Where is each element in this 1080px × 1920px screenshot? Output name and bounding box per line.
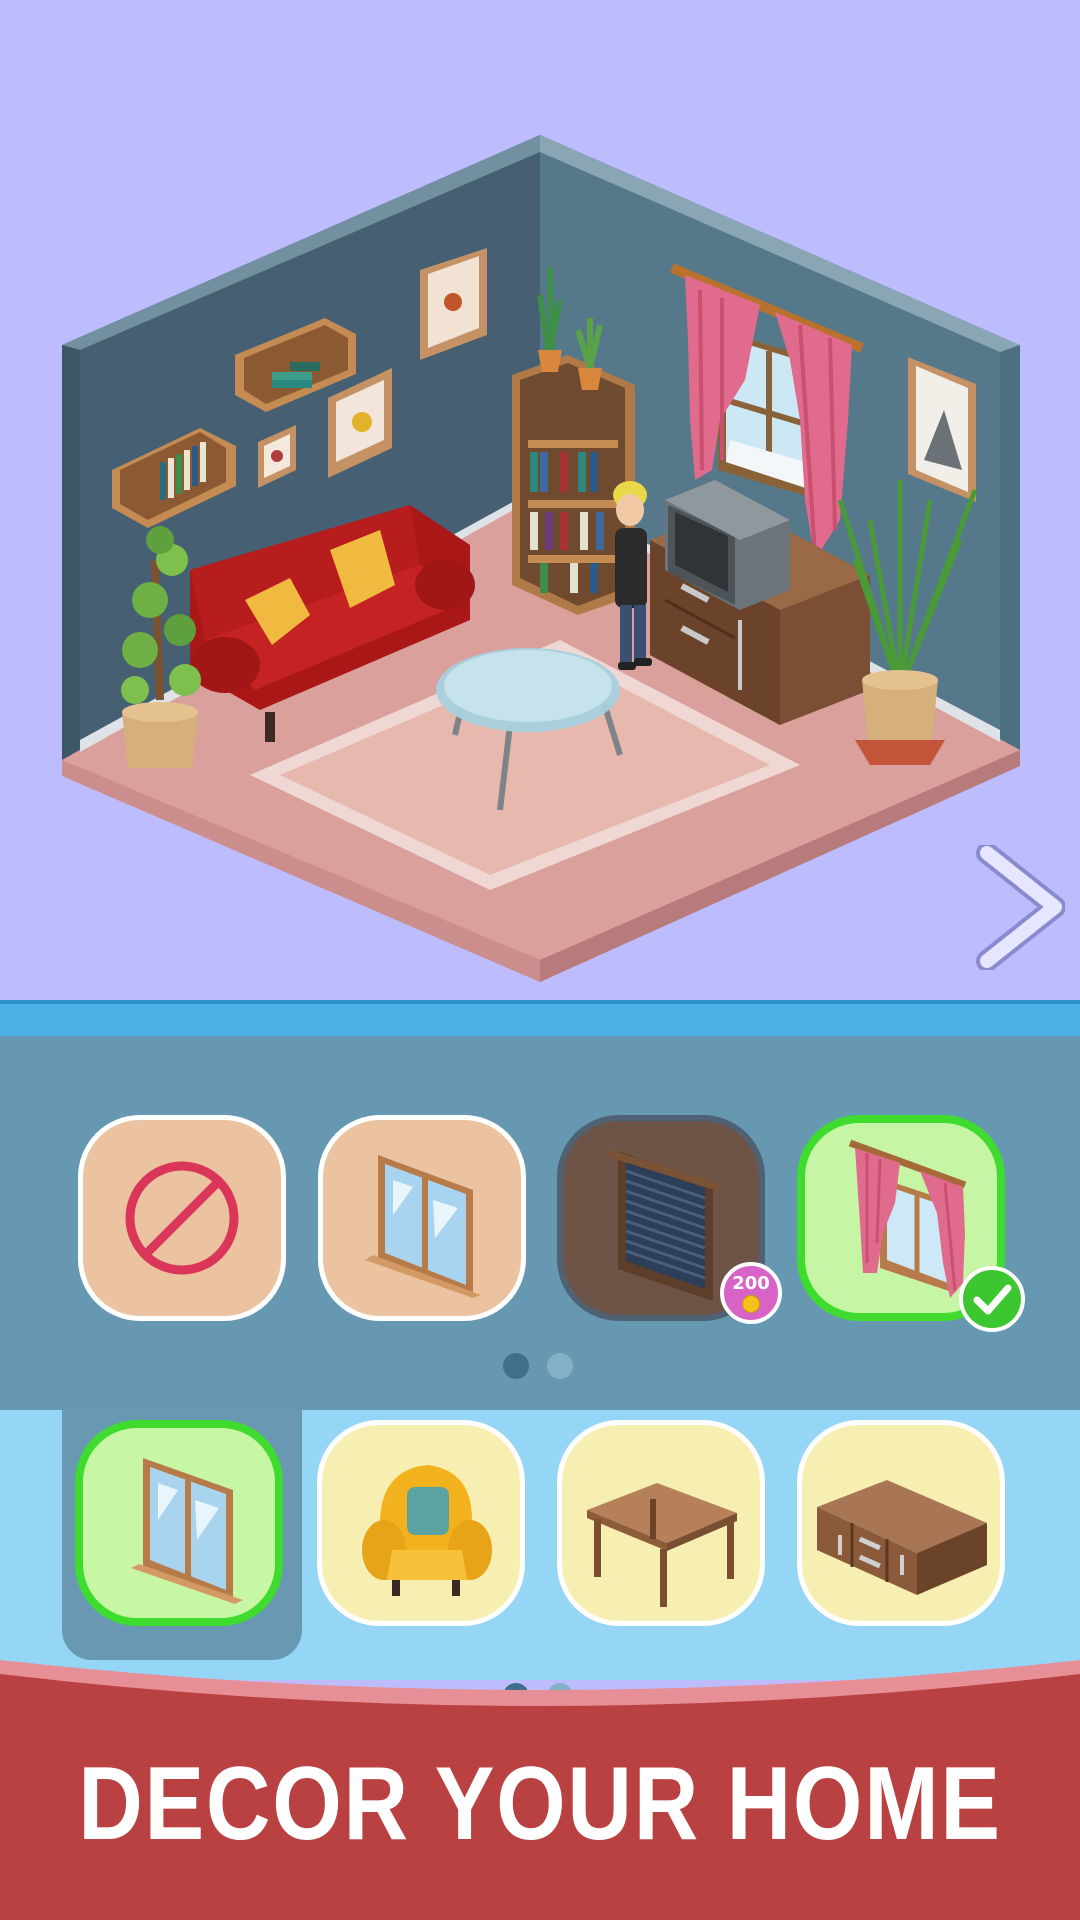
category-armchair-button[interactable] [317,1420,525,1626]
no-entry-icon [125,1161,239,1275]
next-room-arrow-icon[interactable] [975,845,1065,970]
window-icon [131,1458,243,1604]
option-window-button[interactable] [318,1115,526,1321]
price-value: 200 [732,1273,770,1294]
room-scene [62,135,1020,982]
pager-dot[interactable] [547,1353,573,1379]
option-none-button[interactable] [78,1115,286,1321]
price-badge: 200 [720,1262,782,1324]
category-cabinet-button[interactable] [797,1420,1005,1626]
options-pager [503,1353,583,1381]
banner-title: DECOR YOUR HOME [78,1746,1002,1862]
armchair-icon [362,1465,492,1596]
category-table-button[interactable] [557,1420,765,1626]
selected-checkmark-icon [959,1266,1025,1332]
category-windows-button[interactable] [75,1420,283,1626]
table-icon [587,1483,737,1607]
window-icon [365,1155,481,1298]
coin-icon [742,1295,760,1313]
pager-dot-active[interactable] [503,1353,529,1379]
cabinet-icon [817,1480,987,1595]
panel-top-stripe [0,1000,1080,1036]
